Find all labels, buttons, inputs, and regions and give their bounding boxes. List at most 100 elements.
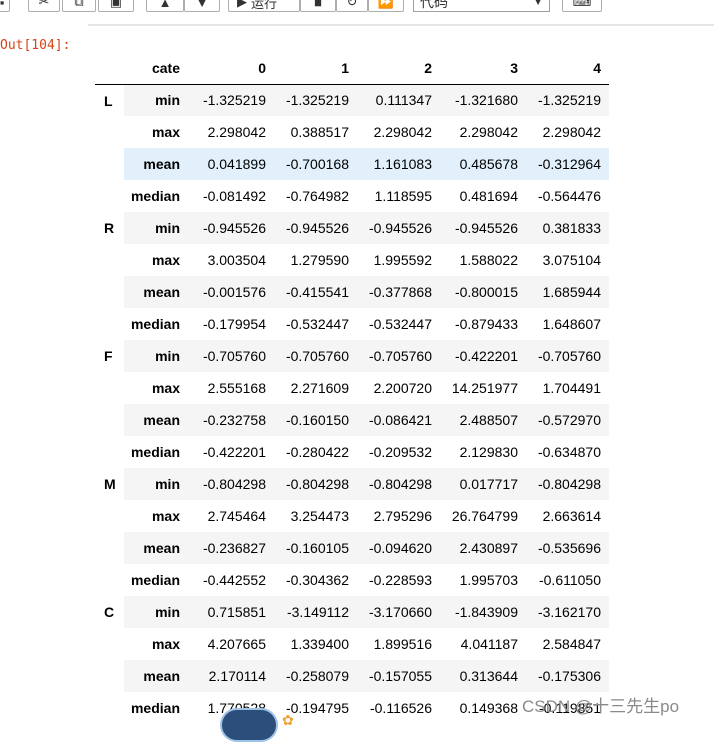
table-cell: -0.879433 [454, 316, 518, 332]
table-cell: 26.764799 [451, 508, 518, 524]
table-cell: -0.705760 [526, 340, 609, 372]
restart-run-all-button[interactable]: ⏩ [368, 0, 404, 12]
table-cell: 1.704491 [542, 380, 601, 396]
table-cell: -1.843909 [440, 596, 526, 628]
toolbar-divider [88, 24, 714, 26]
table-cell: -0.001576 [188, 276, 274, 308]
table-cell: 0.041899 [188, 148, 274, 180]
table-cell: -0.422201 [202, 444, 266, 460]
table-cell: 2.298042 [207, 124, 266, 140]
stat-label: median [130, 572, 180, 588]
save-button[interactable]: ▪ [0, 0, 10, 12]
table-cell: 1.588022 [459, 252, 518, 268]
table-cell: 1.899516 [373, 636, 432, 652]
table-cell: 2.200720 [373, 380, 432, 396]
table-cell: -0.081492 [202, 188, 266, 204]
table-cell: 3.254473 [290, 508, 349, 524]
table-cell: -0.564476 [537, 188, 601, 204]
command-palette-button[interactable]: ⌨ [562, 0, 602, 12]
stat-label: median [130, 188, 180, 204]
table-row: max 4.207665 1.339400 1.899516 4.041187 2.584… [95, 628, 609, 660]
column-header: 0 [188, 52, 274, 85]
group-label: M [104, 476, 116, 492]
table-cell: 1.161083 [357, 148, 440, 180]
paste-button[interactable]: ▣ [98, 0, 134, 12]
table-row: max 2.298042 0.388517 2.298042 2.298042 2.298… [95, 116, 609, 148]
table-cell: 2.298042 [459, 124, 518, 140]
table-cell: -0.535696 [526, 532, 609, 564]
table-cell: -0.236827 [188, 532, 274, 564]
cell-type-value: 代码 [420, 0, 448, 10]
table-cell: -0.572970 [526, 404, 609, 436]
table-cell: -0.179954 [202, 316, 266, 332]
table-cell: -0.304362 [285, 572, 349, 588]
run-icon: ▶ [237, 0, 247, 9]
table-cell: -0.532447 [285, 316, 349, 332]
table-cell: -0.634870 [537, 444, 601, 460]
cell-type-select[interactable]: 代码 ▼ [413, 0, 550, 12]
restart-button[interactable]: ↻ [336, 0, 368, 12]
run-button[interactable]: ▶ 运行 [228, 0, 300, 12]
table-cell: -0.611050 [538, 572, 601, 588]
stop-icon: ■ [314, 0, 322, 10]
stat-label: min [124, 212, 188, 244]
table-row: mean 2.170114 -0.258079 -0.157055 0.313644 -0… [95, 660, 609, 692]
stat-label: mean [124, 276, 188, 308]
table-cell: -0.705760 [357, 340, 440, 372]
table-row: median -0.179954 -0.532447 -0.532447 -0.8794… [95, 308, 609, 340]
table-cell: -0.312964 [526, 148, 609, 180]
table-cell: 0.111347 [357, 84, 440, 116]
save-icon: ▪ [0, 0, 5, 10]
table-cell: 2.663614 [542, 508, 601, 524]
table-cell: 0.381833 [526, 212, 609, 244]
table-cell: -0.258079 [274, 660, 357, 692]
table-cell: 1.995703 [459, 572, 518, 588]
table-cell: -3.170660 [357, 596, 440, 628]
table-row: Mmin -0.804298 -0.804298 -0.804298 0.017717-… [95, 468, 609, 500]
table-row: max 2.745464 3.254473 2.795296 26.764799 2.66… [95, 500, 609, 532]
index-corner [95, 52, 124, 85]
table-cell: -0.705760 [188, 340, 274, 372]
table-cell: 2.298042 [373, 124, 432, 140]
cut-button[interactable]: ✂ [28, 0, 60, 12]
table-cell: 14.251977 [451, 380, 518, 396]
move-down-button[interactable]: ▼ [184, 0, 220, 12]
table-cell: 1.118595 [374, 188, 432, 204]
stop-button[interactable]: ■ [300, 0, 336, 12]
table-cell: -0.945526 [188, 212, 274, 244]
copy-button[interactable]: ⧉ [62, 0, 96, 12]
table-cell: -0.232758 [188, 404, 274, 436]
table-cell: 0.481694 [459, 188, 518, 204]
table-cell: -0.945526 [357, 212, 440, 244]
table-cell: -0.945526 [274, 212, 357, 244]
table-cell: 0.017717 [440, 468, 526, 500]
table-cell: 2.488507 [440, 404, 526, 436]
table-cell: -0.804298 [357, 468, 440, 500]
table-cell: 2.795296 [373, 508, 432, 524]
stat-label: min [124, 596, 188, 628]
table-cell: -0.700168 [274, 148, 357, 180]
stat-label: min [124, 84, 188, 116]
table-cell: 4.207665 [207, 636, 266, 652]
table-cell: -1.321680 [440, 84, 526, 116]
move-up-button[interactable]: ▲ [146, 0, 184, 12]
avatar [220, 708, 278, 742]
group-label: R [104, 220, 115, 236]
table-cell: 2.745464 [207, 508, 266, 524]
table-cell: 1.648607 [542, 316, 601, 332]
table-cell: 2.430897 [440, 532, 526, 564]
table-cell: -0.804298 [274, 468, 357, 500]
dataframe-body: Lmin -1.325219 -1.325219 0.111347 -1.321680-… [95, 84, 609, 724]
run-label: 运行 [251, 0, 278, 11]
dataframe-output: cate 0 1 2 3 4 Lmin -1.325219 -1.325219 0.1… [95, 52, 609, 724]
table-row: median -0.422201 -0.280422 -0.209532 2.12983… [95, 436, 609, 468]
table-cell: -0.804298 [188, 468, 274, 500]
table-cell: -0.160105 [274, 532, 357, 564]
stat-label: max [151, 508, 180, 524]
table-cell: -0.086421 [357, 404, 440, 436]
table-cell: -0.442552 [202, 572, 266, 588]
stat-label: max [151, 380, 180, 396]
table-cell: 0.149368 [459, 700, 518, 716]
table-cell: -0.228593 [368, 572, 432, 588]
stat-label: min [124, 340, 188, 372]
